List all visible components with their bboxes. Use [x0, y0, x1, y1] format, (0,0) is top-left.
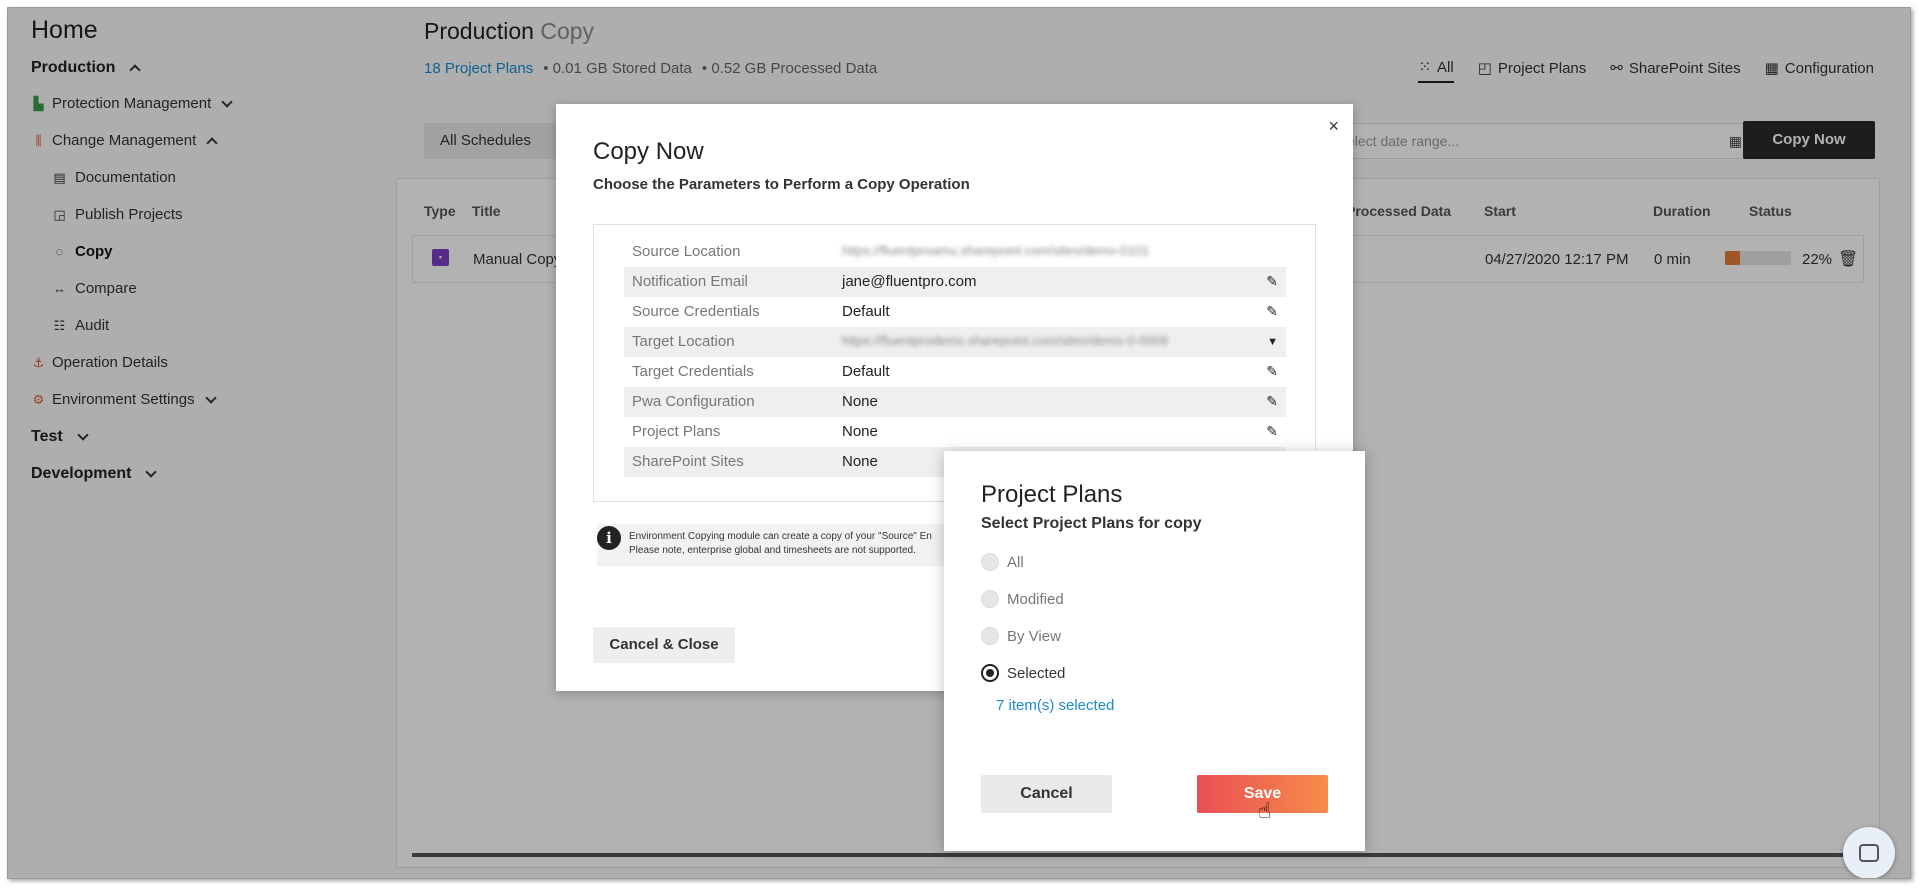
modal-title: Copy Now	[593, 138, 704, 165]
dropdown-caret-icon[interactable]: ▼	[1267, 336, 1278, 348]
chat-icon	[1859, 844, 1879, 862]
info-icon: i	[597, 526, 621, 550]
param-key: Target Credentials	[632, 363, 754, 380]
radio-circle[interactable]	[981, 664, 999, 682]
edit-pencil-icon[interactable]: ✎	[1266, 423, 1278, 440]
param-row-pwa-configuration[interactable]: Pwa Configuration None ✎	[624, 387, 1286, 417]
param-key: Notification Email	[632, 273, 748, 290]
param-value: https://fluentprodemo.sharepoint.com/sit…	[842, 333, 1168, 348]
hand-cursor-icon: ☝	[1258, 798, 1272, 823]
edit-pencil-icon[interactable]: ✎	[1266, 273, 1278, 290]
param-value: Default	[842, 363, 890, 380]
radio-label: By View	[1007, 627, 1061, 645]
edit-pencil-icon[interactable]: ✎	[1266, 303, 1278, 320]
param-key: SharePoint Sites	[632, 453, 744, 470]
cancel-close-button[interactable]: Cancel & Close	[593, 627, 735, 663]
param-value: None	[842, 423, 878, 440]
modal-subtitle: Choose the Parameters to Perform a Copy …	[593, 176, 970, 193]
param-row-notification-email[interactable]: Notification Email jane@fluentpro.com ✎	[624, 267, 1286, 297]
radio-label: Selected	[1007, 664, 1066, 682]
radio-modified[interactable]: Modified	[981, 590, 1064, 608]
radio-circle[interactable]	[981, 590, 999, 608]
chat-support-button[interactable]	[1843, 827, 1895, 878]
project-plans-dialog: Project Plans Select Project Plans for c…	[944, 451, 1365, 851]
param-value: None	[842, 393, 878, 410]
radio-label: All	[1007, 553, 1024, 571]
param-row-target-location[interactable]: Target Location https://fluentprodemo.sh…	[624, 327, 1286, 357]
param-key: Target Location	[632, 333, 735, 350]
param-row-source-location: Source Location https://fluentproamu.sha…	[624, 237, 1286, 267]
param-value: Default	[842, 303, 890, 320]
close-icon[interactable]: ×	[1328, 116, 1339, 137]
app-window: Home Production ▙ Protection Management …	[7, 7, 1911, 879]
radio-all[interactable]: All	[981, 553, 1024, 571]
param-row-target-credentials[interactable]: Target Credentials Default ✎	[624, 357, 1286, 387]
param-key: Pwa Configuration	[632, 393, 755, 410]
param-key: Source Location	[632, 243, 741, 260]
radio-circle[interactable]	[981, 627, 999, 645]
param-row-project-plans[interactable]: Project Plans None ✎	[624, 417, 1286, 447]
edit-pencil-icon[interactable]: ✎	[1266, 363, 1278, 380]
cancel-button[interactable]: Cancel	[981, 775, 1112, 813]
radio-label: Modified	[1007, 590, 1064, 608]
dialog-subtitle: Select Project Plans for copy	[981, 515, 1202, 532]
radio-circle[interactable]	[981, 553, 999, 571]
dialog-title: Project Plans	[981, 481, 1123, 508]
radio-by-view[interactable]: By View	[981, 627, 1061, 645]
param-key: Source Credentials	[632, 303, 760, 320]
edit-pencil-icon[interactable]: ✎	[1266, 393, 1278, 410]
param-value: https://fluentproamu.sharepoint.com/site…	[842, 243, 1150, 258]
param-value: None	[842, 453, 878, 470]
radio-selected[interactable]: Selected	[981, 664, 1065, 682]
param-key: Project Plans	[632, 423, 721, 440]
param-row-source-credentials[interactable]: Source Credentials Default ✎	[624, 297, 1286, 327]
param-value: jane@fluentpro.com	[842, 273, 977, 290]
selected-items-link[interactable]: 7 item(s) selected	[996, 697, 1114, 714]
